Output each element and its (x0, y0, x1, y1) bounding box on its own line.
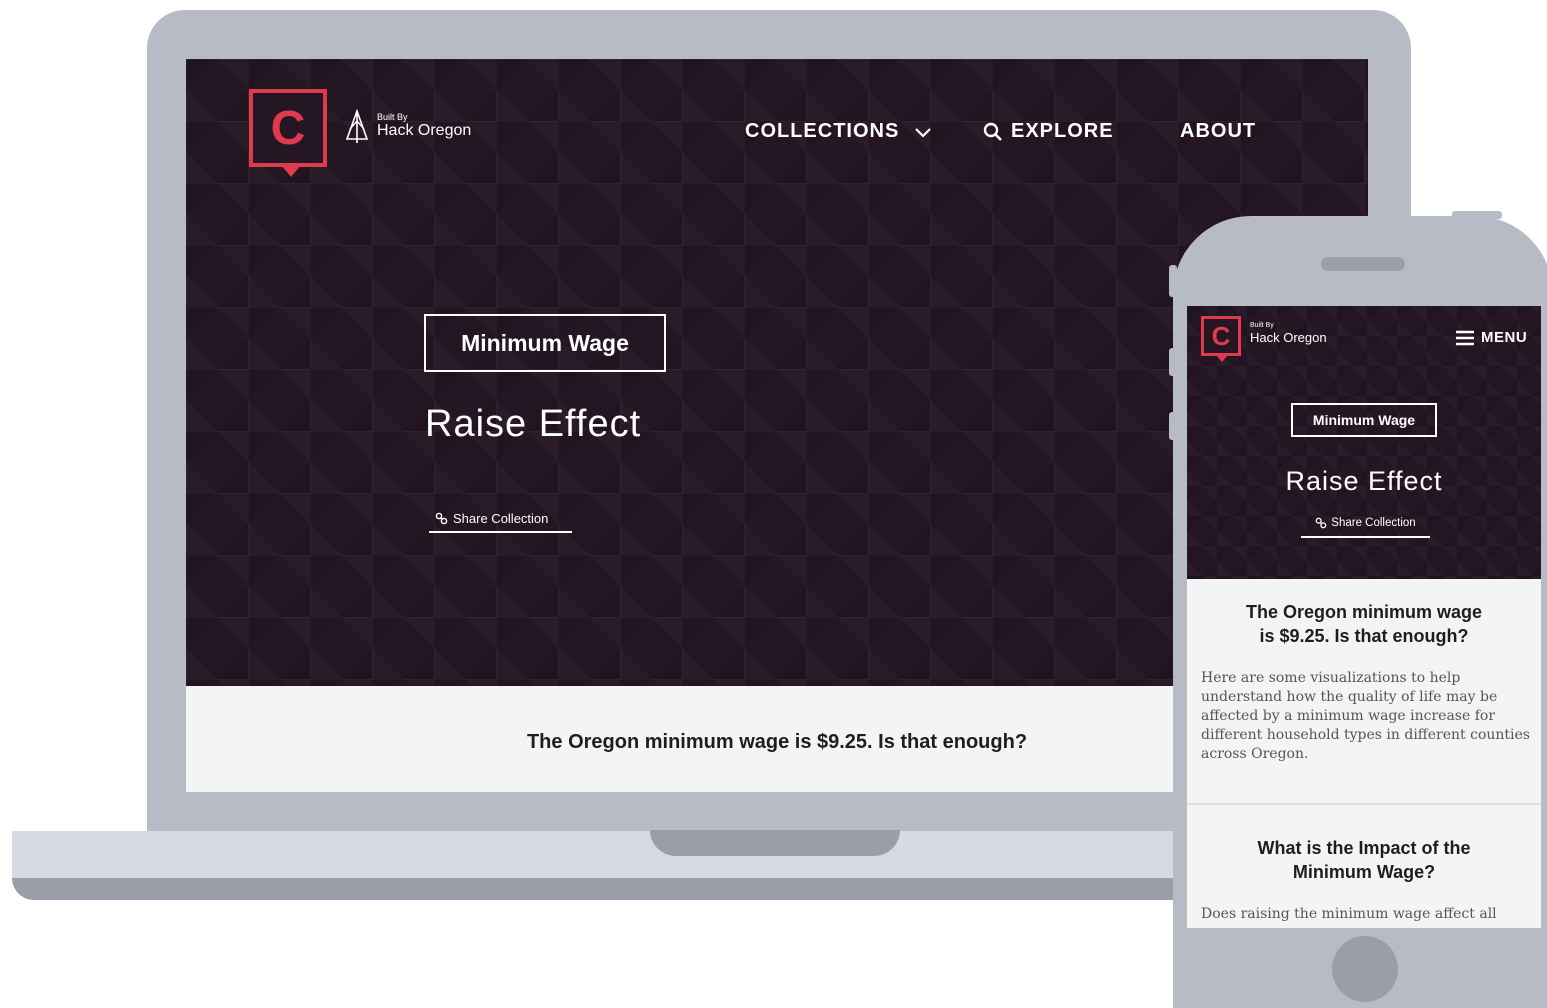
phone-section-divider (1187, 803, 1541, 805)
collection-tag-label: Minimum Wage (461, 329, 629, 356)
phone-intro-question: The Oregon minimum wage is $9.25. Is tha… (1203, 600, 1525, 648)
org-name: Hack Oregon (377, 122, 472, 139)
phone-share-collection-link[interactable]: Share Collection (1301, 510, 1430, 538)
nav-explore[interactable]: EXPLORE (983, 120, 1114, 143)
nav-collections-label: COLLECTIONS (745, 120, 900, 142)
phone-home-button[interactable] (1332, 936, 1398, 1002)
phone-collection-title: Raise Effect (1285, 466, 1443, 496)
phone-org-name: Hack Oregon (1250, 330, 1327, 345)
nav-collections[interactable]: COLLECTIONS (745, 120, 933, 143)
logo-pointer (281, 165, 301, 177)
logo-letter: C (270, 101, 306, 155)
built-by-label: Built By (377, 112, 408, 122)
collection-title: Raise Effect (425, 403, 642, 445)
phone-intro-paragraph: Here are some visualizations to help und… (1201, 670, 1530, 762)
phone-screen: C Built By Hack Oregon MENU Minimum Wage… (1187, 306, 1541, 928)
device-mockup-stage: C Built By Hack Oregon COLLECTIONS EXPLO… (0, 0, 1547, 1008)
phone-link-icon (1315, 517, 1327, 529)
phone-menu-label: MENU (1481, 329, 1528, 346)
share-collection-link[interactable]: Share Collection (429, 505, 572, 533)
phone-collection-tag-label: Minimum Wage (1312, 412, 1416, 428)
link-icon (435, 512, 448, 524)
phone-intro-question-line1: The Oregon minimum wage (1245, 602, 1483, 622)
phone-logo-letter: C (1211, 320, 1231, 351)
tree-icon (345, 109, 369, 143)
phone-logo-pointer (1216, 355, 1228, 362)
civic-logo[interactable]: C (249, 89, 327, 177)
phone-collection-tag[interactable]: Minimum Wage (1291, 403, 1437, 437)
laptop-notch (650, 830, 900, 856)
phone-menu-button[interactable]: MENU (1455, 329, 1527, 346)
search-icon (983, 122, 1002, 141)
phone-speaker (1321, 257, 1405, 271)
phone-share-collection-label: Share Collection (1331, 517, 1416, 529)
nav-about[interactable]: ABOUT (1180, 120, 1256, 143)
phone-impact-heading: What is the Impact of the Minimum Wage? (1203, 836, 1525, 884)
phone-built-by-label: Built By (1250, 322, 1274, 329)
phone-intro-question-line2: is $9.25. Is that enough? (1259, 626, 1469, 646)
phone-hero-banner: C Built By Hack Oregon MENU Minimum Wage… (1187, 306, 1541, 579)
phone-civic-logo[interactable]: C (1201, 316, 1241, 362)
phone-built-by-hack-oregon[interactable]: Built By Hack Oregon (1250, 322, 1327, 345)
phone-impact-paragraph: Does raising the minimum wage affect all (1201, 906, 1497, 922)
built-by-hack-oregon[interactable]: Built By Hack Oregon (377, 112, 471, 140)
hamburger-icon (1456, 330, 1474, 345)
nav-explore-label: EXPLORE (1011, 120, 1114, 142)
phone-impact-heading-line2: Minimum Wage? (1292, 862, 1436, 882)
nav-about-label: ABOUT (1180, 120, 1257, 142)
phone-impact-heading-line1: What is the Impact of the (1257, 838, 1471, 858)
chevron-down-icon (915, 127, 932, 138)
share-collection-label: Share Collection (453, 510, 549, 526)
collection-tag[interactable]: Minimum Wage (424, 314, 666, 372)
